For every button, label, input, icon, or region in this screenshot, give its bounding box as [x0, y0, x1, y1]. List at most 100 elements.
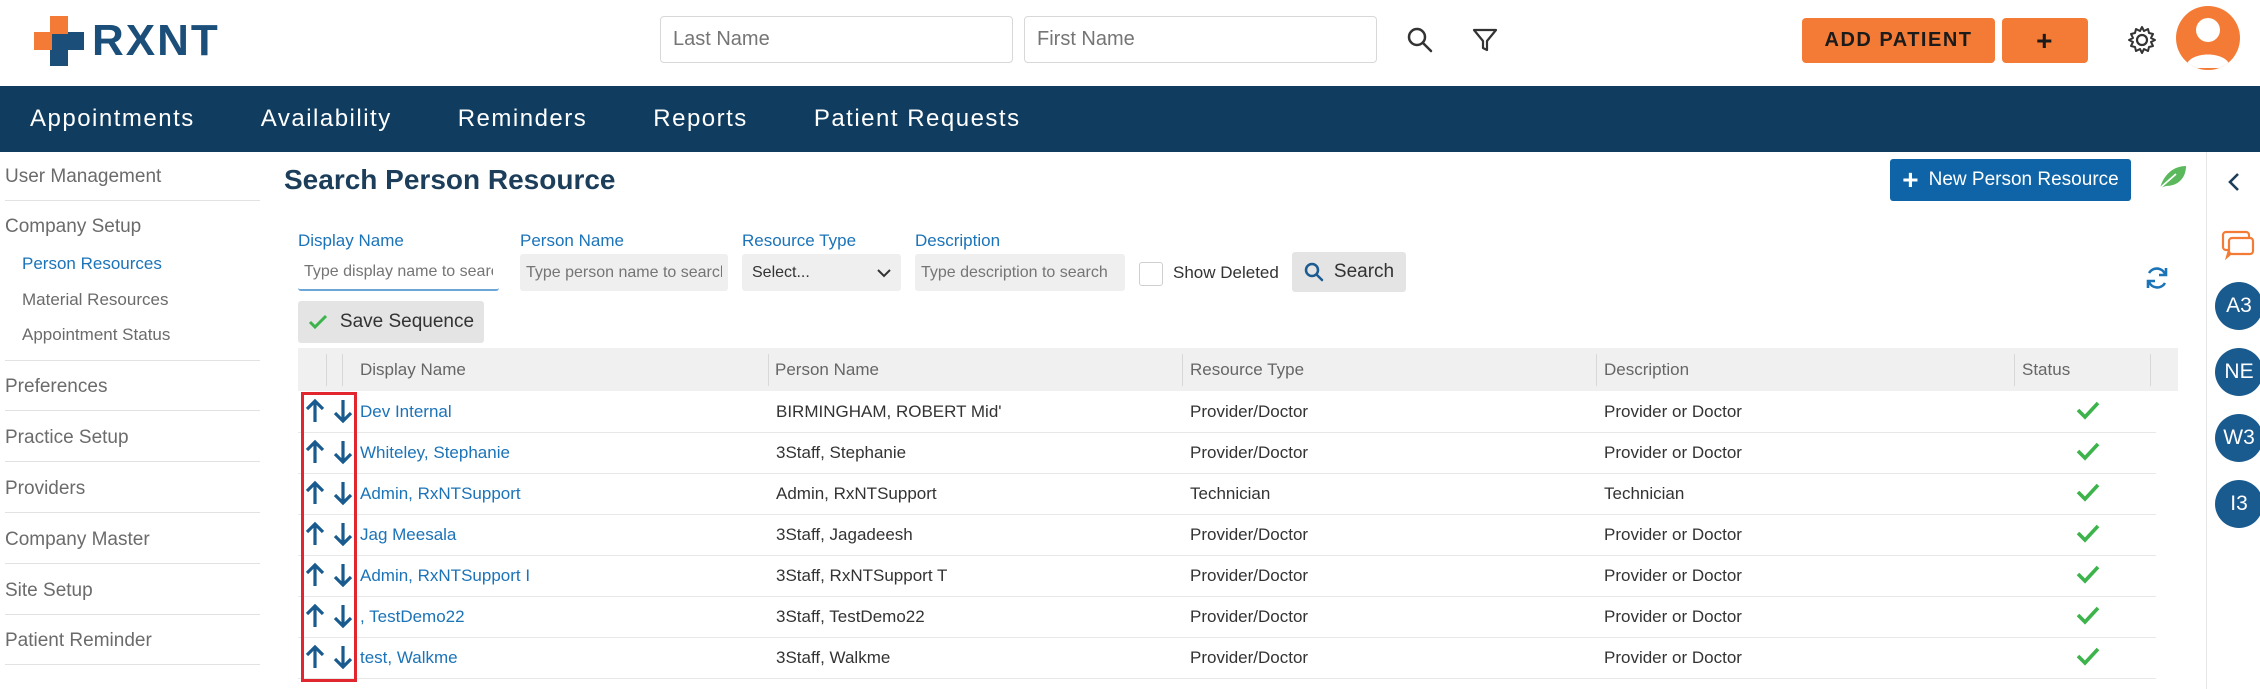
right-rail: A3 NE W3 I3: [2206, 152, 2260, 689]
sidebar-item-practice-setup[interactable]: Practice Setup: [5, 427, 129, 449]
cell-display-name[interactable]: Jag Meesala: [360, 525, 760, 545]
sidebar-item-company-setup[interactable]: Company Setup: [5, 216, 141, 238]
sidebar-divider: [5, 512, 260, 513]
logo-text: RXNT: [92, 16, 220, 65]
cell-description: Provider or Doctor: [1604, 566, 1742, 585]
header-person-name[interactable]: Person Name: [775, 360, 879, 380]
add-patient-button[interactable]: ADD PATIENT: [1802, 18, 1995, 63]
header-description[interactable]: Description: [1604, 360, 1689, 380]
nav-reports[interactable]: Reports: [653, 105, 748, 133]
column-divider: [1596, 354, 1597, 386]
check-icon: [308, 314, 327, 330]
person-name-input[interactable]: [520, 254, 728, 291]
resource-type-select[interactable]: Select...: [742, 254, 901, 291]
sidebar-item-person-resources[interactable]: Person Resources: [22, 254, 162, 274]
search-button[interactable]: Search: [1292, 252, 1406, 292]
cell-person-name: Admin, RxNTSupport: [776, 484, 937, 503]
cell-description: Provider or Doctor: [1604, 443, 1742, 462]
header-resource-type[interactable]: Resource Type: [1190, 360, 1304, 380]
sidebar-divider: [5, 410, 260, 411]
show-deleted-label: Show Deleted: [1173, 263, 1279, 282]
cell-display-name[interactable]: Dev Internal: [360, 402, 760, 422]
gear-icon[interactable]: [2124, 22, 2160, 58]
table-row: , TestDemo22 3Staff, TestDemo22 Provider/D…: [298, 597, 2156, 638]
leaf-icon[interactable]: [2158, 164, 2188, 195]
sidebar-item-preferences[interactable]: Preferences: [5, 376, 107, 398]
column-divider: [1182, 354, 1183, 386]
nav-patient-requests[interactable]: Patient Requests: [814, 105, 1021, 133]
status-active-icon: [2076, 564, 2100, 589]
sidebar-item-company-master[interactable]: Company Master: [5, 529, 150, 551]
first-name-input[interactable]: [1024, 16, 1377, 63]
sidebar-item-material-resources[interactable]: Material Resources: [22, 290, 168, 310]
chevron-left-icon[interactable]: [2227, 172, 2241, 197]
chat-icon[interactable]: [2221, 230, 2255, 267]
display-name-label: Display Name: [298, 231, 404, 250]
status-active-icon: [2076, 441, 2100, 466]
rail-badge-i3[interactable]: I3: [2215, 480, 2260, 528]
column-divider: [2014, 354, 2015, 386]
sidebar-item-patient-reminder[interactable]: Patient Reminder: [5, 630, 152, 652]
cell-display-name[interactable]: Admin, RxNTSupport I: [360, 566, 760, 586]
cell-person-name: 3Staff, Jagadeesh: [776, 525, 913, 544]
sidebar: User Management Company Setup Person Res…: [0, 152, 265, 689]
sidebar-divider: [5, 614, 260, 615]
new-person-resource-label: New Person Resource: [1928, 169, 2119, 190]
description-input[interactable]: [915, 254, 1125, 291]
status-active-icon: [2076, 400, 2100, 425]
filter-icon[interactable]: [1467, 22, 1503, 58]
sidebar-divider: [5, 563, 260, 564]
sidebar-divider: [5, 664, 260, 665]
nav-availability[interactable]: Availability: [261, 105, 392, 133]
sidebar-divider: [5, 200, 260, 201]
header-status[interactable]: Status: [2022, 360, 2070, 380]
search-button-label: Search: [1333, 261, 1395, 282]
quick-add-button[interactable]: +: [2002, 18, 2088, 63]
search-icon[interactable]: [1402, 22, 1438, 58]
nav-appointments[interactable]: Appointments: [30, 105, 195, 133]
cell-person-name: 3Staff, Stephanie: [776, 443, 907, 462]
cell-display-name[interactable]: test, Walkme: [360, 648, 760, 668]
status-active-icon: [2076, 605, 2100, 630]
table-row: Whiteley, Stephanie 3Staff, Stephanie Prov…: [298, 433, 2156, 474]
sidebar-item-providers[interactable]: Providers: [5, 478, 85, 500]
person-name-label: Person Name: [520, 231, 624, 250]
cell-display-name[interactable]: Admin, RxNTSupport: [360, 484, 760, 504]
sidebar-item-site-setup[interactable]: Site Setup: [5, 580, 93, 602]
refresh-icon[interactable]: [2144, 265, 2170, 296]
table-row: Admin, RxNTSupport Admin, RxNTSupport Tech…: [298, 474, 2156, 515]
cell-display-name[interactable]: Whiteley, Stephanie: [360, 443, 760, 463]
cell-person-name: 3Staff, TestDemo22: [776, 607, 925, 626]
cell-resource-type: Provider/Doctor: [1190, 525, 1309, 544]
rail-badge-ne[interactable]: NE: [2215, 348, 2260, 396]
status-active-icon: [2076, 523, 2100, 548]
user-avatar[interactable]: [2176, 6, 2240, 70]
rail-badge-w3[interactable]: W3: [2215, 414, 2260, 462]
cell-display-name[interactable]: , TestDemo22: [360, 607, 760, 627]
sidebar-item-appointment-status[interactable]: Appointment Status: [22, 325, 170, 345]
status-active-icon: [2076, 482, 2100, 507]
cell-description: Provider or Doctor: [1604, 607, 1742, 626]
rxnt-logo[interactable]: RXNT: [32, 14, 220, 68]
rail-badge-a3[interactable]: A3: [2215, 282, 2260, 330]
last-name-input[interactable]: [660, 16, 1013, 63]
resource-type-label: Resource Type: [742, 231, 857, 250]
new-person-resource-button[interactable]: + New Person Resource: [1890, 159, 2131, 201]
cell-person-name: 3Staff, RxNTSupport T: [776, 566, 948, 585]
save-sequence-button[interactable]: Save Sequence: [298, 301, 484, 343]
resource-type-value: Select...: [752, 263, 810, 281]
nav-reminders[interactable]: Reminders: [458, 105, 588, 133]
header-display-name[interactable]: Display Name: [360, 360, 466, 380]
table-row: test, Walkme 3Staff, Walkme Provider/Docto…: [298, 638, 2156, 679]
cell-person-name: 3Staff, Walkme: [776, 648, 891, 667]
show-deleted-checkbox[interactable]: [1139, 262, 1163, 286]
cell-description: Technician: [1604, 484, 1685, 503]
sidebar-item-user-management[interactable]: User Management: [5, 166, 161, 188]
cell-resource-type: Technician: [1190, 484, 1271, 503]
cell-resource-type: Provider/Doctor: [1190, 402, 1309, 421]
description-label: Description: [915, 231, 1001, 250]
table-row: Dev Internal BIRMINGHAM, ROBERT Mid' Provi…: [298, 392, 2156, 433]
cell-description: Provider or Doctor: [1604, 402, 1742, 421]
column-divider: [2150, 354, 2151, 386]
display-name-input[interactable]: [298, 254, 499, 291]
